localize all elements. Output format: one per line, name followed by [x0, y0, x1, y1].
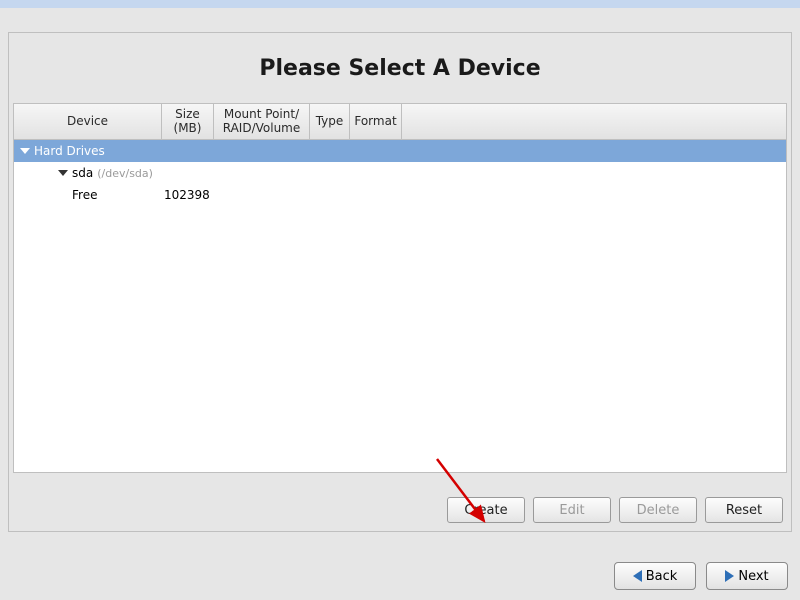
- col-spacer: [402, 104, 786, 139]
- next-button[interactable]: Next: [706, 562, 788, 590]
- action-button-row: Create Edit Delete Reset: [447, 497, 783, 523]
- title-area: Please Select A Device: [9, 33, 791, 103]
- disk-path: (/dev/sda): [97, 167, 153, 180]
- wizard-nav-row: Back Next: [614, 562, 788, 590]
- col-format[interactable]: Format: [350, 104, 402, 139]
- table-header-row: Device Size (MB) Mount Point/ RAID/Volum…: [14, 104, 786, 140]
- arrow-left-icon: [633, 570, 642, 582]
- partition-label: Free: [72, 188, 97, 202]
- create-button[interactable]: Create: [447, 497, 525, 523]
- edit-button: Edit: [533, 497, 611, 523]
- next-label: Next: [738, 569, 768, 584]
- tree-body[interactable]: Hard Drives sda (/dev/sda) Free 102398: [14, 140, 786, 472]
- page-title: Please Select A Device: [259, 56, 540, 81]
- disclosure-triangle-icon[interactable]: [20, 148, 30, 154]
- disk-name: sda: [72, 166, 93, 180]
- col-device[interactable]: Device: [14, 104, 162, 139]
- tree-partition-free[interactable]: Free 102398: [14, 184, 786, 206]
- disclosure-triangle-icon[interactable]: [58, 170, 68, 176]
- reset-button[interactable]: Reset: [705, 497, 783, 523]
- tree-disk-sda[interactable]: sda (/dev/sda): [14, 162, 786, 184]
- main-panel: Please Select A Device Device Size (MB) …: [8, 32, 792, 532]
- arrow-right-icon: [725, 570, 734, 582]
- device-table: Device Size (MB) Mount Point/ RAID/Volum…: [13, 103, 787, 473]
- back-button[interactable]: Back: [614, 562, 696, 590]
- window-titlebar-fragment: [0, 0, 800, 8]
- tree-group-hard-drives[interactable]: Hard Drives: [14, 140, 786, 162]
- top-spacer: [0, 8, 800, 32]
- partition-size: 102398: [162, 188, 214, 202]
- col-size[interactable]: Size (MB): [162, 104, 214, 139]
- group-label: Hard Drives: [34, 144, 105, 158]
- col-type[interactable]: Type: [310, 104, 350, 139]
- delete-button: Delete: [619, 497, 697, 523]
- col-mount[interactable]: Mount Point/ RAID/Volume: [214, 104, 310, 139]
- back-label: Back: [646, 569, 678, 584]
